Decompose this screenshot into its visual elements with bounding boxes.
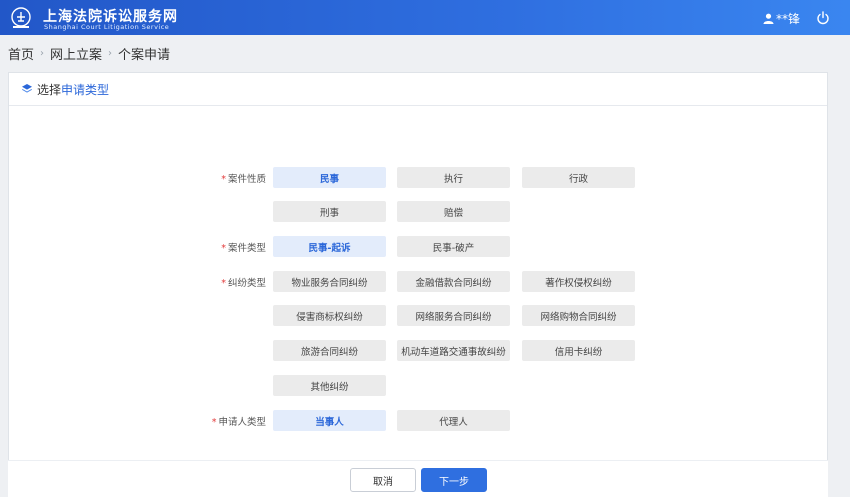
option-dispute-travel[interactable]: 旅游合同纠纷 — [273, 340, 386, 361]
chevron-right-icon: › — [108, 47, 113, 59]
option-case-nature-compensation[interactable]: 赔偿 — [397, 201, 510, 222]
label-applicant-type: * 申请人类型 — [126, 414, 266, 428]
label-dispute-type: * 纠纷类型 — [126, 275, 266, 289]
option-applicant-agent[interactable]: 代理人 — [397, 410, 510, 431]
court-emblem-icon — [11, 7, 31, 28]
option-dispute-online-shopping[interactable]: 网络购物合同纠纷 — [522, 305, 635, 326]
next-step-button[interactable]: 下一步 — [421, 468, 487, 492]
panel-header: 选择 申请类型 — [9, 73, 827, 106]
required-mark: * — [211, 417, 217, 428]
option-applicant-party[interactable]: 当事人 — [273, 410, 386, 431]
required-mark: * — [221, 174, 226, 185]
layers-icon — [22, 84, 32, 93]
power-icon[interactable] — [816, 11, 830, 25]
user-icon — [763, 13, 774, 24]
option-dispute-copyright[interactable]: 著作权侵权纠纷 — [522, 271, 635, 292]
breadcrumb-current: 个案申请 — [118, 47, 171, 63]
option-case-nature-administrative[interactable]: 行政 — [522, 167, 635, 188]
option-dispute-trademark[interactable]: 侵害商标权纠纷 — [273, 305, 386, 326]
label-text: 申请人类型 — [218, 417, 266, 428]
label-case-type: * 案件类型 — [126, 240, 266, 254]
user-menu[interactable]: **锋 — [763, 10, 800, 26]
cancel-button[interactable]: 取消 — [350, 468, 416, 492]
site-subtitle: Shanghai Court Litigation Service — [44, 23, 170, 31]
breadcrumb-home[interactable]: 首页 — [8, 44, 34, 63]
label-text: 案件类型 — [227, 243, 266, 254]
option-dispute-other[interactable]: 其他纠纷 — [273, 375, 386, 396]
option-dispute-credit-card[interactable]: 信用卡纠纷 — [522, 340, 635, 361]
top-bar: 上海法院诉讼服务网 Shanghai Court Litigation Serv… — [0, 0, 850, 35]
option-case-type-civil-lawsuit[interactable]: 民事-起诉 — [273, 236, 386, 257]
option-case-type-civil-bankruptcy[interactable]: 民事-破产 — [397, 236, 510, 257]
chevron-right-icon: › — [40, 47, 45, 59]
option-case-nature-civil[interactable]: 民事 — [273, 167, 386, 188]
panel-title-plain: 选择 — [37, 82, 62, 97]
panel-title-accent: 申请类型 — [61, 82, 110, 97]
option-case-nature-execution[interactable]: 执行 — [397, 167, 510, 188]
required-mark: * — [221, 278, 226, 289]
action-footer — [8, 460, 828, 497]
breadcrumb: 首页 › 网上立案 › 个案申请 — [8, 44, 171, 63]
label-case-nature: * 案件性质 — [126, 171, 266, 185]
option-case-nature-criminal[interactable]: 刑事 — [273, 201, 386, 222]
required-mark: * — [221, 243, 226, 254]
option-dispute-network-service[interactable]: 网络服务合同纠纷 — [397, 305, 510, 326]
option-dispute-financial-loan[interactable]: 金融借款合同纠纷 — [397, 271, 510, 292]
option-dispute-traffic-accident[interactable]: 机动车道路交通事故纠纷 — [397, 340, 510, 361]
label-text: 案件性质 — [227, 174, 266, 185]
breadcrumb-online-filing[interactable]: 网上立案 — [50, 44, 102, 63]
user-name: **锋 — [776, 11, 801, 26]
option-dispute-property-service[interactable]: 物业服务合同纠纷 — [273, 271, 386, 292]
label-text: 纠纷类型 — [227, 278, 266, 289]
